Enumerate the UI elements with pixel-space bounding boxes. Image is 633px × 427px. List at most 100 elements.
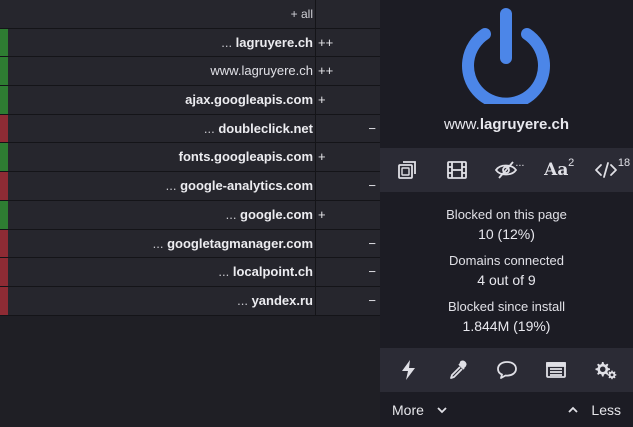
firewall-rows: ... lagruyere.ch ++ www.lagruyere.ch ++ ajax… — [0, 28, 380, 316]
fonts-badge: 2 — [568, 157, 575, 169]
rule-color-swatch — [0, 114, 8, 143]
dashboard-button[interactable] — [587, 352, 623, 388]
allow-rule-cell[interactable]: + — [315, 200, 379, 229]
rule-color-swatch — [0, 200, 8, 229]
domain-label: google.com — [240, 206, 313, 222]
firewall-row: ... google-analytics.com − — [0, 172, 380, 201]
eyedropper-icon — [449, 360, 466, 379]
domain-label: ajax.googleapis.com — [185, 92, 313, 108]
domain-label: doubleclick.net — [218, 120, 313, 136]
rule-color-swatch — [0, 28, 8, 57]
firewall-domain[interactable]: ajax.googleapis.com — [8, 86, 316, 114]
firewall-domain[interactable]: ... doubleclick.net — [8, 115, 316, 143]
firewall-row: ajax.googleapis.com + — [0, 86, 380, 115]
rule-color-swatch — [0, 172, 8, 200]
allow-rule-cell[interactable]: + — [315, 86, 379, 114]
firewall-domain[interactable]: ... google.com — [8, 201, 316, 229]
lightning-icon — [401, 360, 415, 380]
firewall-domain[interactable]: ... googletagmanager.com — [8, 230, 316, 258]
domain-label: localpoint.ch — [232, 264, 313, 280]
firewall-row: www.lagruyere.ch ++ — [0, 57, 380, 87]
domain-ellipsis: ... — [225, 206, 241, 222]
all-allow-cell[interactable] — [315, 0, 379, 28]
domains-connected-label: Domains connected — [449, 253, 564, 268]
firewall-domain[interactable]: ... yandex.ru — [8, 287, 316, 315]
cosmetic-filtering-button[interactable]: ... — [488, 152, 524, 188]
no-remote-fonts-button[interactable]: Aa 2 — [538, 152, 574, 188]
firewall-row: ... localpoint.ch − — [0, 258, 380, 287]
no-scripts-button[interactable]: 18 — [588, 152, 630, 188]
firewall-domain[interactable]: fonts.googleapis.com — [8, 143, 316, 171]
panel-footer: More Less — [380, 392, 633, 427]
domain-ellipsis: ... — [237, 292, 252, 308]
report-issue-button[interactable] — [489, 352, 525, 388]
logger-button[interactable] — [538, 352, 574, 388]
blocked-install-label: Blocked since install — [447, 299, 566, 314]
rule-color-swatch — [0, 229, 8, 258]
domain-ellipsis: ... — [152, 235, 168, 251]
domain-label: www.lagruyere.ch — [210, 63, 313, 79]
rule-color-swatch — [0, 143, 8, 172]
block-rule-cell[interactable]: − — [315, 114, 379, 143]
firewall-pane: + all ... lagruyere.ch ++ www.lagruyere.ch… — [0, 0, 380, 427]
blocked-install-stat: Blocked since install 1.844M (19%) — [380, 298, 633, 336]
domain-label: yandex.ru — [251, 292, 313, 308]
chevron-down-icon — [437, 407, 447, 414]
firewall-row: ... yandex.ru − — [0, 286, 380, 316]
gears-icon — [595, 362, 616, 380]
firewall-domain[interactable]: ... google-analytics.com — [8, 172, 316, 200]
tools-toolbar — [380, 348, 633, 392]
rule-color-swatch — [0, 258, 8, 286]
block-rule-cell[interactable]: − — [315, 229, 379, 258]
allow-rule-cell[interactable]: ++ — [315, 57, 379, 86]
more-label: More — [392, 402, 424, 418]
blocked-page-stat: Blocked on this page 10 (12%) — [380, 206, 633, 244]
firewall-row: ... google.com + — [0, 200, 380, 230]
blocked-install-value: 1.844M (19%) — [462, 318, 551, 334]
domain-ellipsis: ... — [165, 178, 181, 194]
allow-rule-cell[interactable]: ++ — [315, 28, 379, 57]
main-panel: www.lagruyere.ch ... Aa 2 18 Blocked on … — [380, 0, 633, 427]
scripts-badge: 18 — [617, 157, 631, 169]
more-button[interactable]: More — [392, 402, 448, 418]
firewall-domain[interactable]: ... localpoint.ch — [8, 258, 316, 286]
firewall-row: ... googletagmanager.com − — [0, 229, 380, 259]
blocked-page-value: 10 (12%) — [478, 226, 535, 242]
less-label: Less — [591, 402, 621, 418]
power-switch-button[interactable] — [460, 6, 552, 110]
domain-label: googletagmanager.com — [167, 235, 313, 251]
power-icon — [462, 8, 550, 110]
cosmetic-badge: ... — [515, 157, 525, 169]
domain-ellipsis: ... — [203, 120, 219, 136]
less-button[interactable]: Less — [567, 402, 621, 418]
film-icon — [446, 161, 467, 179]
code-icon — [595, 162, 617, 178]
aa-fonts-icon: Aa — [544, 160, 569, 180]
no-popups-button[interactable] — [389, 152, 425, 188]
all-label: + all — [290, 7, 313, 21]
firewall-domain[interactable]: www.lagruyere.ch — [8, 57, 316, 85]
block-rule-cell[interactable]: − — [315, 286, 379, 315]
rule-color-swatch — [0, 286, 8, 315]
element-zapper-button[interactable] — [391, 352, 427, 388]
allow-rule-cell[interactable]: + — [315, 143, 379, 172]
rule-color-swatch — [0, 86, 8, 114]
domain-label: fonts.googleapis.com — [178, 149, 313, 165]
block-rule-cell[interactable]: − — [315, 172, 379, 200]
rule-color-swatch — [0, 57, 8, 86]
firewall-header-row: + all — [0, 0, 380, 29]
firewall-row: fonts.googleapis.com + — [0, 143, 380, 173]
firewall-domain[interactable]: ... lagruyere.ch — [8, 29, 316, 57]
hostname-label: www.lagruyere.ch — [380, 116, 633, 133]
element-picker-button[interactable] — [440, 352, 476, 388]
firewall-row: ... doubleclick.net − — [0, 114, 380, 144]
firewall-row: ... lagruyere.ch ++ — [0, 28, 380, 58]
domains-connected-stat: Domains connected 4 out of 9 — [380, 252, 633, 290]
blocked-page-label: Blocked on this page — [446, 207, 567, 222]
hostname-domain: lagruyere.ch — [479, 116, 570, 133]
hostname-prefix: www. — [443, 116, 480, 133]
block-rule-cell[interactable]: − — [315, 258, 379, 286]
domain-ellipsis: ... — [218, 264, 233, 280]
no-media-button[interactable] — [439, 152, 475, 188]
no-popups-icon — [397, 161, 416, 179]
